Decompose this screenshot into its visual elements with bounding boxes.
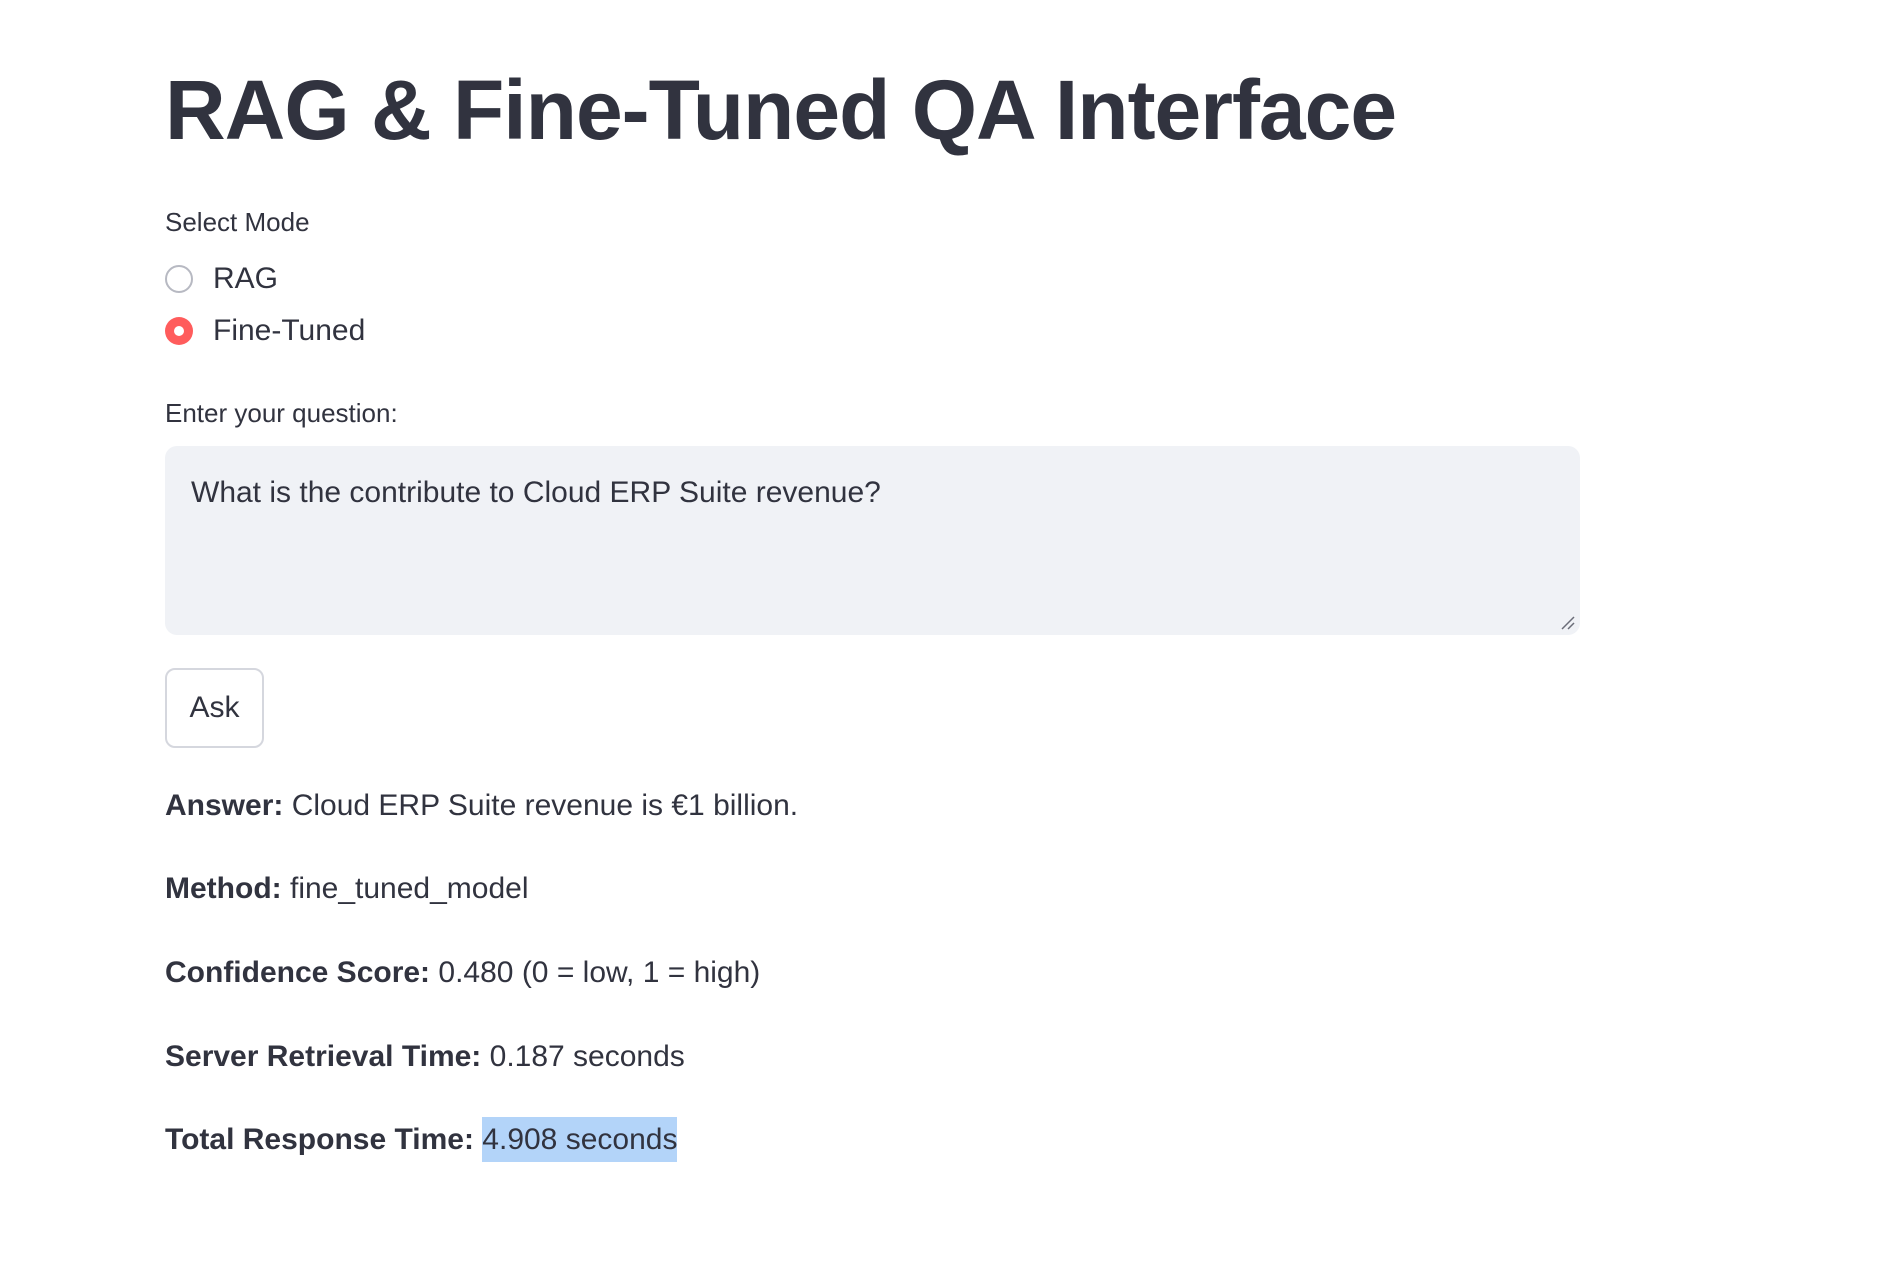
- radio-option-rag[interactable]: RAG: [165, 264, 278, 294]
- method-value: fine_tuned_model: [289, 872, 529, 905]
- resize-handle-icon[interactable]: [1560, 615, 1576, 631]
- server-time-label: Server Retrieval Time:: [165, 1040, 482, 1073]
- question-label: Enter your question:: [165, 398, 398, 428]
- mode-label: Select Mode: [165, 207, 310, 237]
- radio-option-fine-tuned[interactable]: Fine-Tuned: [165, 316, 365, 346]
- confidence-label: Confidence Score:: [165, 956, 431, 989]
- answer-line: Answer: Cloud ERP Suite revenue is €1 bi…: [165, 786, 798, 825]
- method-line: Method: fine_tuned_model: [165, 869, 529, 908]
- app-page: RAG & Fine-Tuned QA Interface Select Mod…: [0, 0, 1894, 1286]
- radio-label-rag: RAG: [213, 262, 279, 295]
- server-time-line: Server Retrieval Time: 0.187 seconds: [165, 1037, 685, 1076]
- ask-button[interactable]: Ask: [165, 668, 264, 748]
- radio-unchecked-icon[interactable]: [165, 265, 193, 293]
- confidence-line: Confidence Score: 0.480 (0 = low, 1 = hi…: [165, 953, 760, 992]
- answer-label: Answer:: [165, 789, 284, 822]
- total-time-value: 4.908 seconds: [482, 1117, 678, 1162]
- page-title: RAG & Fine-Tuned QA Interface: [165, 63, 1397, 157]
- total-time-label: Total Response Time:: [165, 1123, 474, 1156]
- method-label: Method:: [165, 872, 282, 905]
- question-text: What is the contribute to Cloud ERP Suit…: [191, 476, 881, 509]
- confidence-value: 0.480 (0 = low, 1 = high): [438, 956, 761, 989]
- total-time-line: Total Response Time: 4.908 seconds: [165, 1117, 678, 1162]
- question-textarea[interactable]: What is the contribute to Cloud ERP Suit…: [165, 446, 1580, 635]
- answer-value: Cloud ERP Suite revenue is €1 billion.: [291, 789, 799, 822]
- radio-checked-icon[interactable]: [165, 317, 193, 345]
- server-time-value: 0.187 seconds: [489, 1040, 685, 1073]
- radio-label-fine-tuned: Fine-Tuned: [213, 314, 366, 347]
